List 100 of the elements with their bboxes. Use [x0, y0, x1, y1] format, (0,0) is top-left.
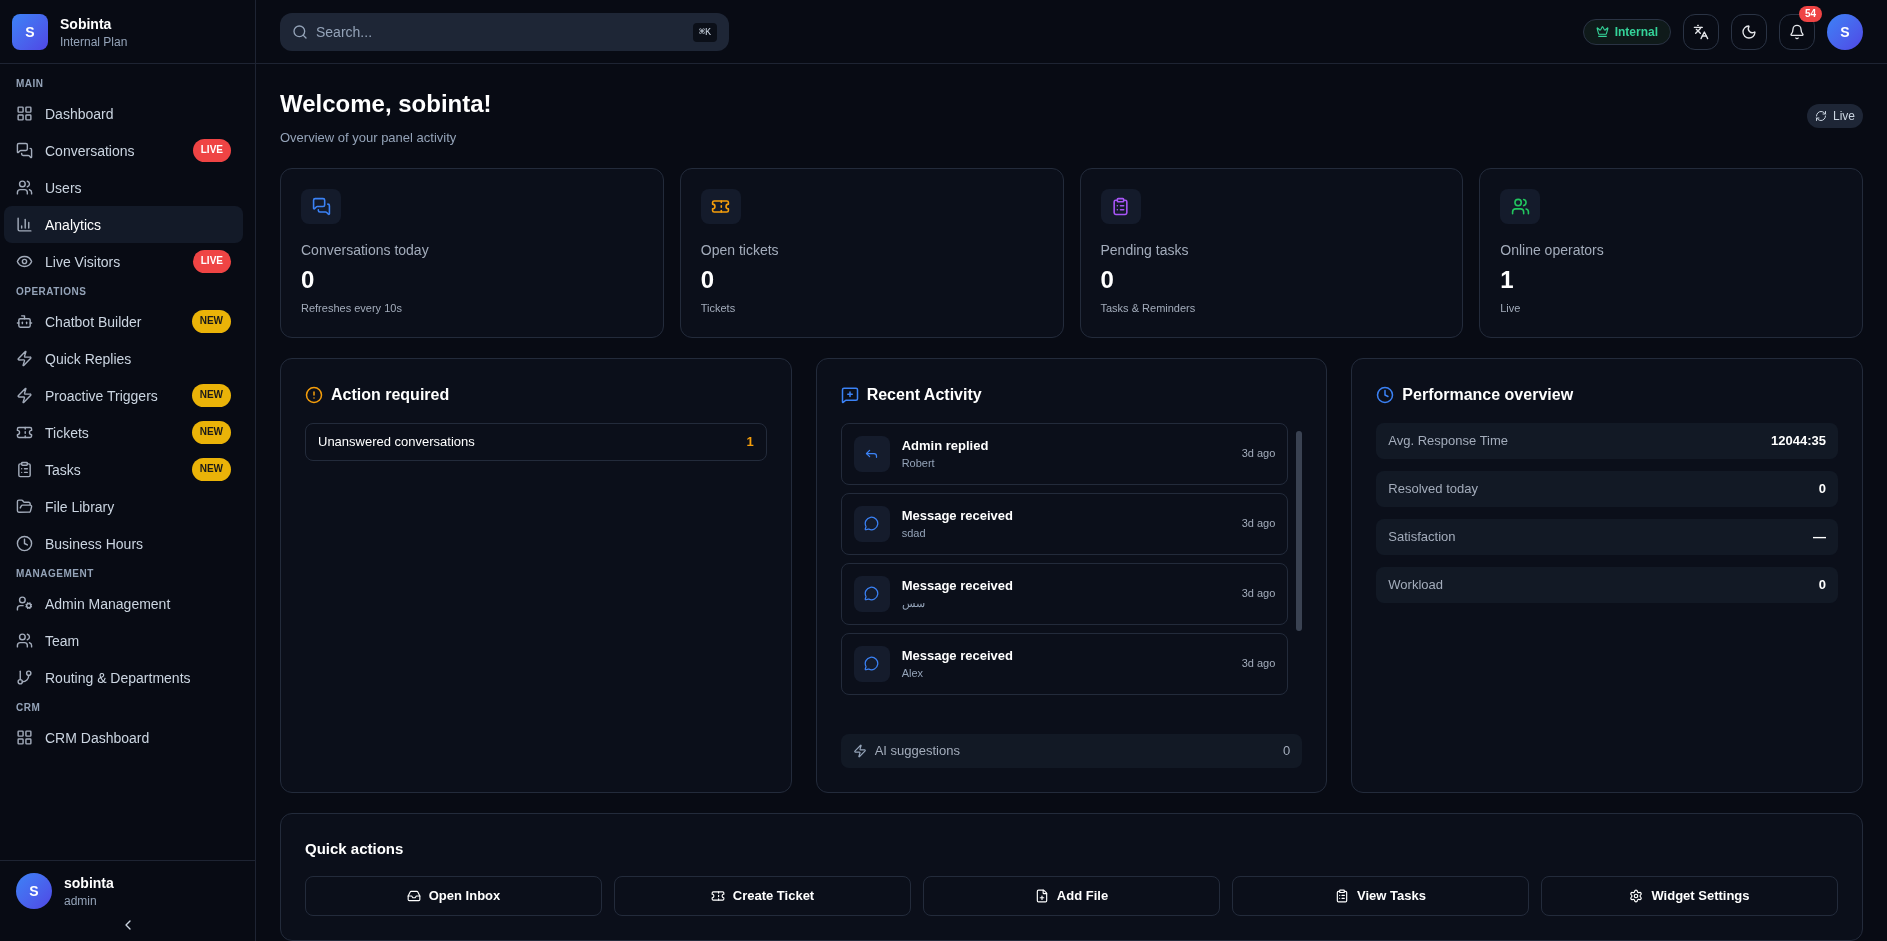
inbox-icon [406, 889, 421, 903]
activity-time: 3d ago [1241, 516, 1276, 532]
users-icon [16, 179, 33, 196]
user-role: admin [64, 893, 98, 909]
nav-item[interactable]: Routing & Departments [4, 659, 243, 696]
nav-item[interactable]: Live Visitors LIVE [4, 243, 243, 280]
quick-action-button[interactable]: Create Ticket [614, 876, 911, 916]
users-icon [16, 632, 33, 649]
settings-icon [1629, 889, 1644, 903]
stat-note: Refreshes every 10s [301, 301, 403, 316]
lightning-icon [852, 743, 867, 758]
action-row[interactable]: Unanswered conversations 1 [305, 422, 767, 461]
clipboard-icon [1335, 889, 1350, 903]
stat-note: Live [1500, 301, 1522, 316]
quick-action-button[interactable]: Open Inbox [305, 876, 602, 916]
crown-icon [1595, 25, 1609, 38]
profile-avatar[interactable]: S [1827, 13, 1863, 50]
chat-bubble-icon [864, 656, 880, 671]
chat-bubble-icon [864, 516, 880, 531]
chat-plus-icon [840, 385, 859, 404]
activity-name: سس [901, 596, 926, 612]
user-avatar: S [16, 873, 52, 909]
lightning-icon [16, 350, 33, 367]
nav-item[interactable]: Tickets NEW [4, 414, 243, 451]
activity-time: 3d ago [1241, 586, 1276, 602]
theme-button[interactable] [1731, 13, 1767, 50]
activity-title: Message received [901, 646, 1014, 665]
ticket-icon [710, 889, 725, 903]
language-button[interactable] [1683, 13, 1719, 50]
robot-icon [16, 313, 33, 330]
activity-title: Message received [901, 506, 1014, 525]
workspace-avatar: S [12, 13, 48, 50]
live-button[interactable]: Live [1807, 104, 1863, 128]
nav-item[interactable]: File Library [4, 488, 243, 525]
activity-time: 3d ago [1241, 656, 1276, 672]
nav-item[interactable]: Dashboard [4, 95, 243, 132]
clipboard-icon [16, 461, 33, 478]
scrollbar-thumb[interactable] [1296, 430, 1303, 631]
nav-item[interactable]: Chatbot Builder NEW [4, 303, 243, 340]
activity-item[interactable]: Message received Alex 3d ago [840, 632, 1289, 695]
bell-icon [1789, 23, 1805, 40]
nav-item[interactable]: Team [4, 622, 243, 659]
stat-value: 0 [301, 265, 316, 295]
stat-note: Tasks & Reminders [1100, 301, 1197, 316]
metric-row: Avg. Response Time 12044:35 [1376, 422, 1838, 459]
stat-label: Conversations today [301, 241, 430, 260]
section-heading: CRM [15, 701, 42, 715]
nav-item[interactable]: Admin Management [4, 585, 243, 622]
nav-item[interactable]: Quick Replies [4, 340, 243, 377]
section-heading: MANAGEMENT [15, 567, 95, 581]
nav-item[interactable]: Proactive Triggers NEW [4, 377, 243, 414]
activity-name: Robert [901, 456, 936, 471]
nav-item[interactable]: Analytics [4, 206, 243, 243]
stat-note: Tickets [700, 301, 737, 316]
activity-item[interactable]: Message received sdad 3d ago [840, 492, 1289, 555]
grid-icon [16, 729, 33, 746]
status-badge: LIVE [192, 139, 231, 162]
workspace-name: Sobinta [60, 14, 113, 34]
file-plus-icon [1034, 889, 1049, 903]
nav-item[interactable]: CRM Dashboard [4, 719, 243, 756]
grid-icon [16, 105, 33, 122]
moon-icon [1741, 23, 1757, 40]
user-gear-icon [16, 595, 33, 612]
refresh-icon [1815, 110, 1827, 122]
panel-title: Recent Activity [866, 384, 982, 405]
quick-action-button[interactable]: Add File [923, 876, 1220, 916]
status-badge: NEW [191, 384, 231, 407]
status-badge: NEW [191, 421, 231, 444]
branch-icon [16, 669, 33, 686]
stat-value: 1 [1500, 265, 1515, 295]
quick-action-button[interactable]: Widget Settings [1541, 876, 1838, 916]
bar-chart-icon [16, 216, 33, 233]
nav-item[interactable]: Conversations LIVE [4, 132, 243, 169]
activity-title: Message received [901, 576, 1014, 595]
nav-item[interactable]: Tasks NEW [4, 451, 243, 488]
activity-name: Alex [901, 666, 925, 681]
user-name: sobinta [64, 874, 114, 893]
stat-label: Open tickets [700, 241, 780, 260]
nav-item[interactable]: Users [4, 169, 243, 206]
page-subtitle: Overview of your panel activity [280, 129, 458, 147]
status-badge: LIVE [192, 250, 231, 273]
status-badge: NEW [191, 458, 231, 481]
chat-bubble-icon [864, 586, 880, 601]
nav-item[interactable]: Business Hours [4, 525, 243, 562]
panel-title: Action required [331, 384, 450, 405]
ticket-icon [16, 424, 33, 441]
activity-time: 3d ago [1241, 446, 1276, 462]
alert-icon [305, 385, 323, 404]
section-heading: MAIN [15, 77, 45, 91]
lightning-icon [16, 387, 33, 404]
translate-icon [1693, 23, 1709, 40]
status-badge: NEW [191, 310, 231, 333]
activity-item[interactable]: Admin replied Robert 3d ago [840, 422, 1289, 485]
notification-count: 54 [1799, 5, 1823, 22]
metric-row: Workload 0 [1376, 566, 1838, 603]
panel-title: Quick actions [305, 838, 405, 859]
clock-icon [16, 535, 33, 552]
search-icon [292, 23, 308, 40]
quick-action-button[interactable]: View Tasks [1232, 876, 1529, 916]
ai-suggestions-row: AI suggestions 0 [840, 733, 1303, 768]
